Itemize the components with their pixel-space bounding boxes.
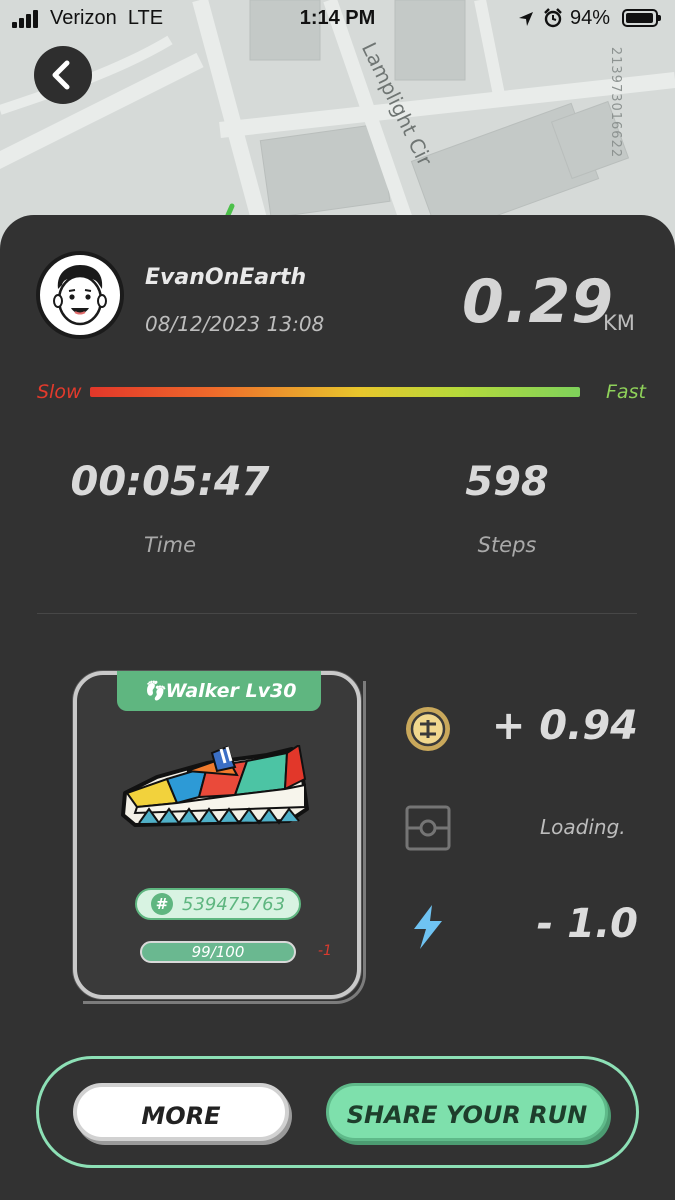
alarm-icon — [544, 8, 562, 28]
durability-value: 99/100 — [191, 943, 245, 961]
hash-icon: # — [151, 893, 173, 915]
time-value: 00:05:47 — [70, 459, 270, 505]
share-run-button[interactable]: SHARE YOUR RUN — [326, 1083, 608, 1141]
battery-percent: 94% — [570, 7, 611, 29]
distance-unit: KM — [603, 311, 635, 335]
sneaker-id-badge: # 539475763 — [135, 888, 301, 920]
cartoon-face-avatar — [53, 265, 107, 326]
time-label: Time — [143, 533, 197, 557]
mystery-box-icon — [405, 805, 451, 851]
distance-value: 0.29 — [462, 267, 615, 337]
more-button[interactable]: MORE — [73, 1083, 289, 1141]
action-bar: MORE SHARE YOUR RUN — [36, 1056, 639, 1168]
mystery-box-status: Loading. — [540, 815, 626, 839]
steps-label: Steps — [477, 533, 537, 557]
energy-cost-value: - 1.0 — [536, 901, 638, 947]
sneaker-level-tab: 👣︎Walker Lv30 — [117, 671, 321, 711]
status-bar: Verizon LTE 1:14 PM 94% — [0, 0, 675, 38]
speed-fast-label: Fast — [606, 381, 646, 403]
divider — [37, 613, 637, 614]
token-reward-value: + 0.94 — [491, 703, 638, 749]
durability-change: -1 — [318, 943, 332, 959]
durability-bar: 99/100 — [140, 941, 296, 963]
speed-slow-label: Slow — [37, 381, 82, 403]
location-arrow-icon — [519, 12, 533, 26]
sneaker-card[interactable]: 👣︎Walker Lv30 # 539475763 99/100 -1 — [73, 671, 366, 1004]
username: EvanOnEarth — [145, 265, 307, 290]
run-summary-card: EvanOnEarth 08/12/2023 13:08 0.29 KM Slo… — [0, 215, 675, 1200]
energy-bolt-icon — [414, 905, 442, 949]
footprint-icon: 👣︎ — [141, 680, 166, 702]
run-datetime: 08/12/2023 13:08 — [145, 312, 325, 336]
sneaker-id-number: 539475763 — [182, 894, 286, 915]
sneaker-level: Walker Lv30 — [165, 680, 297, 702]
gst-token-icon — [406, 707, 450, 751]
steps-value: 598 — [465, 459, 549, 505]
chevron-left-icon — [52, 60, 70, 90]
speed-gradient-bar — [90, 387, 580, 397]
sneaker-image — [121, 745, 309, 827]
avatar — [36, 251, 124, 339]
back-button[interactable] — [34, 46, 92, 104]
map-id-label: 213973016622 — [608, 46, 624, 159]
battery-icon — [622, 9, 661, 27]
